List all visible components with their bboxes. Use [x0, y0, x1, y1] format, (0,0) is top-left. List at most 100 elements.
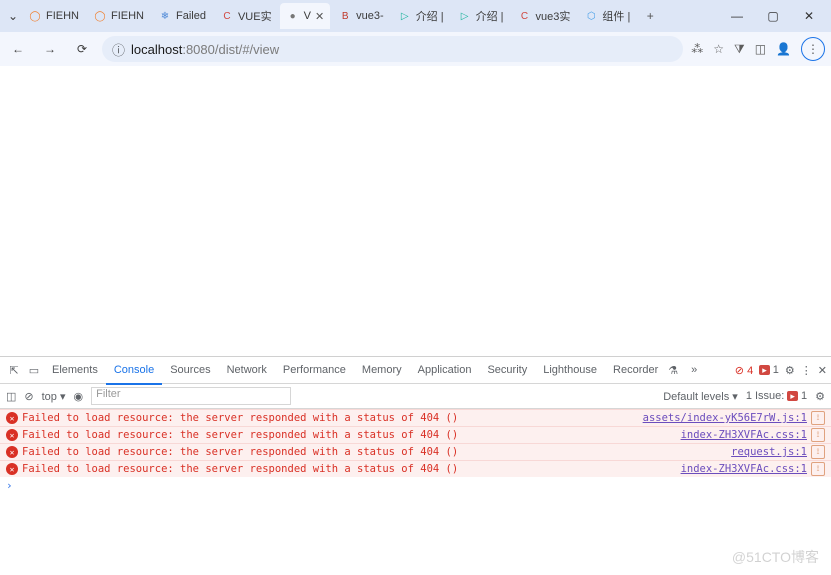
console-prompt[interactable]: ›	[0, 477, 831, 494]
devtools-tab-performance[interactable]: Performance	[275, 357, 354, 383]
vm-icon: ⟟	[811, 445, 825, 459]
favicon: ❄	[158, 9, 172, 23]
tab-title: 组件 |	[602, 8, 630, 24]
devtools-settings-icon[interactable]: ⚙	[785, 364, 795, 377]
devtools-tab-memory[interactable]: Memory	[354, 357, 410, 383]
watermark: @51CTO博客	[732, 547, 819, 567]
console-error-line: ✕Failed to load resource: the server res…	[0, 426, 831, 443]
back-button[interactable]: ←	[6, 37, 30, 61]
error-message: Failed to load resource: the server resp…	[22, 446, 458, 458]
site-info-icon[interactable]: ⓘ	[112, 40, 125, 59]
translate-icon[interactable]: ⁂	[691, 42, 703, 56]
favicon: ⬡	[584, 9, 598, 23]
error-icon: ✕	[6, 412, 18, 424]
devtools-close-icon[interactable]: ✕	[818, 364, 827, 377]
browser-tab[interactable]: Bvue3-	[332, 3, 390, 29]
context-selector[interactable]: top ▾	[42, 390, 66, 403]
side-panel-icon[interactable]: ◫	[755, 42, 766, 56]
devtools-tab-security[interactable]: Security	[479, 357, 535, 383]
tab-title: VUE实	[238, 8, 272, 24]
devtools-tab-application[interactable]: Application	[410, 357, 480, 383]
bookmark-icon[interactable]: ☆	[713, 42, 724, 56]
devtools-tab-recorder[interactable]: Recorder	[605, 357, 666, 383]
browser-tab[interactable]: ❄ Failed	[152, 3, 212, 29]
page-content	[0, 66, 831, 357]
error-source-link[interactable]: assets/index-yK56E7rW.js:1	[643, 412, 807, 424]
window-minimize[interactable]: —	[719, 2, 755, 30]
console-output: ✕ Failed to load resource: the server res…	[0, 409, 831, 477]
url-host: localhost	[131, 42, 182, 57]
address-bar[interactable]: ⓘ localhost:8080/dist/#/view	[102, 36, 683, 62]
forward-button[interactable]: →	[38, 37, 62, 61]
console-sidebar-toggle-icon[interactable]: ◫	[6, 390, 16, 403]
browser-tab[interactable]: ◯ FIEHN	[87, 3, 150, 29]
new-tab-button[interactable]: +	[638, 9, 662, 23]
error-count-icon[interactable]: ⊘ 4	[735, 364, 753, 377]
warning-count-badge[interactable]: ▸ 1	[759, 364, 779, 376]
more-tabs-icon[interactable]: »	[684, 364, 704, 376]
browser-tab[interactable]: Cvue3实	[512, 3, 577, 29]
filter-input[interactable]: Filter	[91, 387, 291, 405]
tabs-dropdown-icon[interactable]: ⌄	[4, 9, 22, 23]
devtools-tab-console[interactable]: Console	[106, 357, 162, 385]
issues-link[interactable]: 1 Issue: ▸ 1	[746, 390, 807, 402]
close-tab-icon[interactable]: ✕	[315, 10, 324, 23]
browser-tab[interactable]: C VUE实	[214, 3, 278, 29]
console-error-line: ✕ Failed to load resource: the server res…	[0, 409, 831, 426]
error-icon: ✕	[6, 446, 18, 458]
favicon: ▷	[458, 9, 472, 23]
live-expression-icon[interactable]: ◉	[74, 390, 84, 403]
extensions-icon[interactable]: ⧩	[734, 42, 745, 57]
error-message: Failed to load resource: the server resp…	[22, 463, 458, 475]
recorder-flask-icon: ⚗	[668, 364, 678, 377]
clear-console-icon[interactable]: ⊘	[24, 390, 33, 403]
favicon: ◯	[93, 9, 107, 23]
devtools-tab-elements[interactable]: Elements	[44, 357, 106, 383]
device-toggle-icon[interactable]: ▭	[24, 364, 44, 377]
tab-title: vue3实	[536, 8, 571, 24]
error-source-link[interactable]: request.js:1	[731, 446, 807, 458]
devtools-tab-network[interactable]: Network	[219, 357, 275, 383]
tab-title: 介绍 |	[476, 8, 504, 24]
browser-tab[interactable]: ▷ 介绍 |	[452, 3, 510, 29]
favicon: ◯	[28, 9, 42, 23]
window-close[interactable]: ✕	[791, 2, 827, 30]
error-icon: ✕	[6, 463, 18, 475]
error-source-link[interactable]: index-ZH3XVFAc.css:1	[681, 463, 807, 475]
console-settings-icon[interactable]: ⚙	[815, 390, 825, 403]
inspect-icon[interactable]: ⇱	[4, 364, 24, 377]
chrome-menu-icon[interactable]: ⋮	[801, 37, 825, 61]
tab-title: Failed	[176, 10, 206, 22]
favicon: C	[220, 9, 234, 23]
browser-tab-strip: ⌄ ◯ FIEHN ◯ FIEHN ❄ Failed C VUE实 ● V ✕ Bvue3- ▷ 介绍 |…	[0, 0, 831, 32]
tab-title: 介绍 |	[416, 8, 444, 24]
favicon: B	[338, 9, 352, 23]
browser-nav-bar: ← → ⟳ ⓘ localhost:8080/dist/#/view ⁂ ☆ ⧩…	[0, 32, 831, 66]
favicon: ▷	[398, 9, 412, 23]
error-message: Failed to load resource: the server resp…	[22, 412, 458, 424]
browser-tab[interactable]: ⬡ 组件 |	[578, 3, 636, 29]
devtools-tab-lighthouse[interactable]: Lighthouse	[535, 357, 605, 383]
vm-icon: ⟟	[811, 428, 825, 442]
favicon: ●	[286, 9, 300, 23]
tab-title: V	[304, 10, 311, 22]
profile-icon[interactable]: 👤	[776, 42, 791, 56]
console-error-line: ✕ Failed to load resource: the server res…	[0, 460, 831, 477]
tab-title: FIEHN	[111, 10, 144, 22]
devtools-menu-icon[interactable]: ⋮	[801, 364, 812, 377]
console-error-line: ✕ Failed to load resource: the server res…	[0, 443, 831, 460]
favicon: C	[518, 9, 532, 23]
url-port: :8080	[182, 42, 215, 57]
tab-title: FIEHN	[46, 10, 79, 22]
reload-button[interactable]: ⟳	[70, 37, 94, 61]
log-levels-selector[interactable]: Default levels ▾	[663, 390, 738, 403]
browser-tab[interactable]: ◯ FIEHN	[22, 3, 85, 29]
window-maximize[interactable]: ▢	[755, 2, 791, 30]
browser-tab[interactable]: ● V ✕	[280, 3, 331, 29]
error-source-link[interactable]: index-ZH3XVFAc.css:1	[681, 429, 807, 441]
devtools-tab-bar: ⇱ ▭ ElementsConsoleSourcesNetworkPerform…	[0, 357, 831, 384]
url-path: /dist/#/view	[215, 42, 279, 57]
devtools-tab-sources[interactable]: Sources	[162, 357, 218, 383]
browser-tab[interactable]: ▷ 介绍 |	[392, 3, 450, 29]
error-icon: ✕	[6, 429, 18, 441]
